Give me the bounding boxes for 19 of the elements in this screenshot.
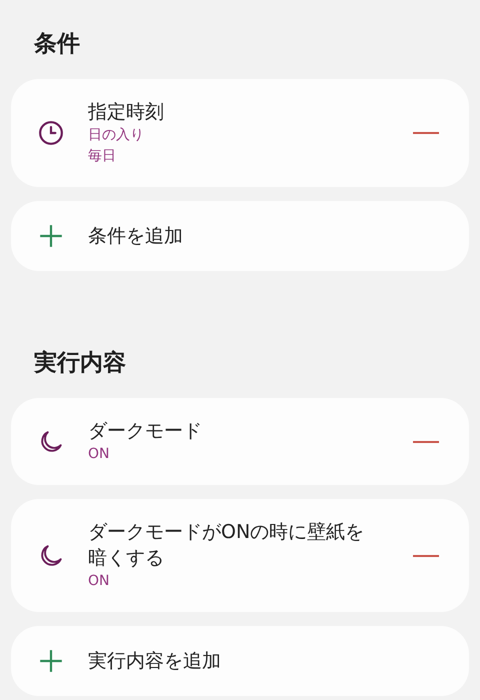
add-button[interactable]: 実行内容を追加 — [11, 626, 469, 696]
item-title: ダークモードがONの時に壁紙を暗くする — [88, 520, 365, 571]
plus-icon — [38, 223, 64, 249]
moon-icon — [38, 428, 64, 454]
list-card[interactable]: 指定時刻 日の入り 毎日 — [11, 79, 469, 187]
section-heading: 条件 — [34, 30, 81, 59]
item-title: 指定時刻 — [88, 100, 165, 125]
clock-icon — [38, 120, 64, 146]
section-heading: 実行内容 — [34, 349, 127, 378]
list-card[interactable]: ダークモード ON — [11, 398, 469, 485]
item-detail: ON — [88, 572, 110, 591]
moon-icon — [38, 542, 64, 568]
list-card[interactable]: ダークモードがONの時に壁紙を暗くする ON — [11, 499, 469, 612]
item-detail: 日の入り — [88, 126, 145, 145]
plus-icon — [38, 648, 64, 674]
add-button[interactable]: 条件を追加 — [11, 201, 469, 271]
item-detail: 毎日 — [88, 147, 117, 166]
item-detail: ON — [88, 445, 110, 464]
item-title: ダークモード — [88, 419, 203, 444]
